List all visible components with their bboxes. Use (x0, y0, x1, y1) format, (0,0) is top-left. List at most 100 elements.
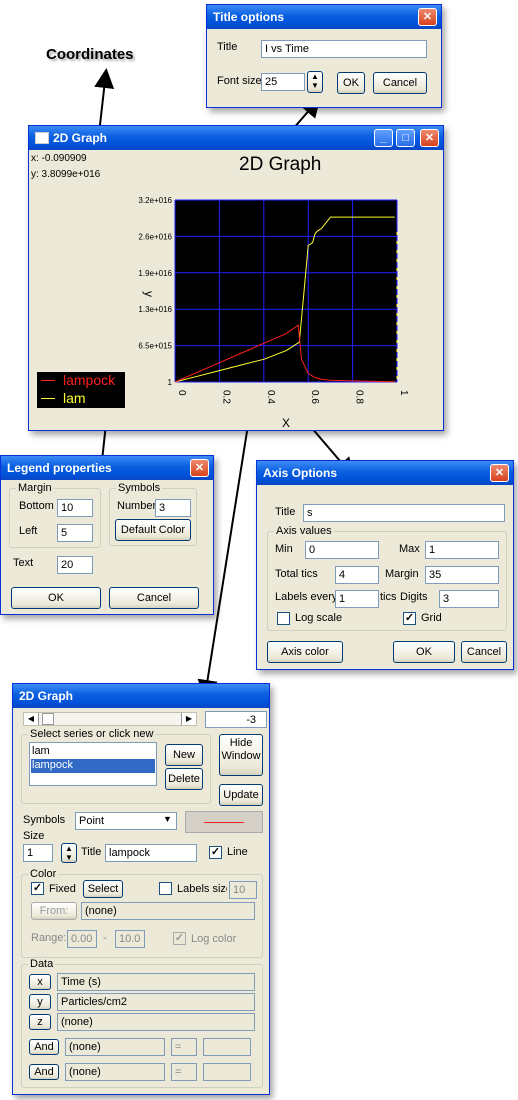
total-tics-input[interactable]: 4 (335, 566, 379, 584)
minimize-icon[interactable]: _ (374, 129, 393, 147)
chevron-down-icon[interactable]: ▼ (163, 814, 172, 824)
default-color-button[interactable]: Default Color (115, 519, 191, 541)
series-item-lam[interactable]: lam (32, 745, 50, 757)
ok-button[interactable]: OK (11, 587, 101, 609)
symbol-select[interactable]: Point (75, 812, 177, 830)
y-axis-label: y (142, 291, 156, 297)
tics-label: tics (380, 591, 397, 603)
scroll-right-icon[interactable]: ▶ (181, 713, 196, 725)
close-icon[interactable]: ✕ (420, 129, 439, 147)
and-operator-1[interactable]: = (171, 1038, 197, 1056)
left-input[interactable]: 5 (57, 524, 93, 542)
hide-window-button[interactable]: Hide Window (219, 734, 263, 776)
size-input[interactable]: 1 (23, 844, 53, 862)
grid-checkbox[interactable]: ✓ (403, 612, 416, 625)
close-icon[interactable]: ✕ (418, 8, 437, 26)
x-axis-label: X (282, 416, 290, 428)
scroll-left-icon[interactable]: ◀ (24, 713, 39, 725)
labels-size-input[interactable]: 10 (229, 881, 257, 899)
cancel-button[interactable]: Cancel (109, 587, 199, 609)
ok-button[interactable]: OK (337, 72, 365, 94)
series-list[interactable]: lam lampock (29, 742, 157, 786)
z-data-button[interactable]: z (29, 1014, 51, 1030)
fixed-label: Fixed (49, 883, 76, 895)
maximize-icon[interactable]: □ (396, 129, 415, 147)
new-button[interactable]: New (165, 744, 203, 766)
x-tick-label: 0.8 (354, 390, 365, 404)
y-tick-label: 1 (168, 378, 173, 387)
margin-input[interactable]: 35 (425, 566, 499, 584)
line-preview-swatch (204, 822, 244, 823)
from-button[interactable]: From: (31, 902, 77, 920)
line-preview[interactable] (185, 811, 263, 833)
axis-options-window: Axis Options ✕ Title s Axis values Min 0… (256, 460, 514, 670)
line-checkbox[interactable]: ✓ (209, 846, 222, 859)
log-scale-checkbox[interactable] (277, 612, 290, 625)
close-icon[interactable]: ✕ (490, 464, 509, 482)
digits-input[interactable]: 3 (439, 590, 499, 608)
plot-background (175, 200, 397, 382)
series-group-label: Select series or click new (28, 728, 156, 740)
ok-button[interactable]: OK (393, 641, 455, 663)
range-min-input[interactable]: 0.00 (67, 930, 97, 948)
x-tick-label: 0.4 (265, 390, 276, 404)
and-operator-2[interactable]: = (171, 1063, 197, 1081)
color-group-label: Color (28, 868, 59, 880)
window-icon (35, 132, 49, 144)
series-panel-window: 2D Graph ◀ ▶ -3 Select series or click n… (12, 683, 270, 1095)
y-tick-label: 3.2e+016 (138, 196, 172, 205)
axis-values-label: Axis values (274, 525, 334, 537)
delete-button[interactable]: Delete (165, 768, 203, 790)
cancel-button[interactable]: Cancel (461, 641, 507, 663)
scroll-thumb[interactable] (42, 713, 54, 725)
font-size-input[interactable]: 25 (261, 73, 305, 91)
from-value: (none) (81, 902, 255, 920)
legend-swatch-lam (41, 398, 55, 399)
range-max-input[interactable]: 10.0 (115, 930, 145, 948)
cancel-button[interactable]: Cancel (373, 72, 427, 94)
max-label: Max (399, 543, 420, 555)
size-label: Size (23, 830, 45, 842)
and-button-2[interactable]: And (29, 1064, 59, 1080)
update-button[interactable]: Update (219, 784, 263, 806)
x-tick-label: 0.2 (220, 390, 231, 404)
min-input[interactable]: 0 (305, 541, 379, 559)
labels-size-checkbox[interactable] (159, 882, 172, 895)
plot-area[interactable]: 0 0.2 0.4 0.6 0.8 1 3.2e+016 2.6e+016 1.9e+016 1.… (125, 192, 429, 428)
digits-label: Digits (400, 591, 428, 603)
bottom-input[interactable]: 10 (57, 499, 93, 517)
x-tick-label: 0 (176, 390, 187, 396)
y-data-button[interactable]: y (29, 994, 51, 1010)
select-color-button[interactable]: Select (83, 880, 123, 898)
x-data-button[interactable]: x (29, 974, 51, 990)
left-label: Left (19, 525, 38, 537)
title-input[interactable]: I vs Time (261, 40, 427, 58)
number-input[interactable]: 3 (155, 499, 191, 517)
coord-x: x: -0.090909 (31, 153, 87, 164)
symbols-group-label: Symbols (116, 482, 163, 494)
and-button-1[interactable]: And (29, 1039, 59, 1055)
text-input[interactable]: 20 (57, 556, 93, 574)
font-size-label: Font size (217, 75, 262, 87)
series-scrollbar[interactable]: ◀ ▶ (23, 712, 197, 726)
total-tics-label: Total tics (275, 568, 318, 580)
y-tick-label: 1.3e+016 (138, 305, 172, 314)
font-size-spinner[interactable]: ▲ ▼ (307, 71, 323, 93)
axis-title-label: Title (275, 506, 296, 518)
graph-title: 2D Graph (239, 154, 322, 175)
x-tick-label: 0.6 (309, 390, 320, 404)
fixed-checkbox[interactable]: ✓ (31, 882, 44, 895)
labels-every-input[interactable]: 1 (335, 590, 379, 608)
log-color-checkbox[interactable]: ✓ (173, 932, 186, 945)
and-field-2[interactable] (203, 1063, 251, 1081)
grid-label: Grid (421, 612, 442, 624)
axis-title-input[interactable]: s (303, 504, 505, 522)
series-title-input[interactable]: lampock (105, 844, 197, 862)
axis-color-button[interactable]: Axis color (267, 641, 343, 663)
and-field-1[interactable] (203, 1038, 251, 1056)
close-icon[interactable]: ✕ (190, 459, 209, 477)
series-item-lampock[interactable]: lampock (32, 759, 73, 771)
max-input[interactable]: 1 (425, 541, 499, 559)
coordinates-annotation: Coordinates (46, 46, 134, 63)
size-spinner[interactable]: ▲ ▼ (61, 843, 77, 863)
